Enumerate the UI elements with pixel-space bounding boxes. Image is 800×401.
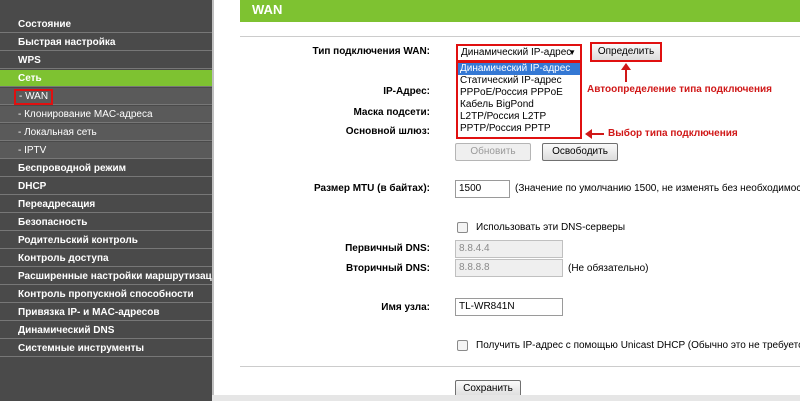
sidebar-item-advanced-routing[interactable]: Расширенные настройки маршрутизации bbox=[0, 268, 224, 285]
sidebar: Состояние Быстрая настройка WPS Сеть - W… bbox=[0, 0, 224, 401]
title-bar: WAN bbox=[240, 0, 800, 22]
gateway-label: Основной шлюз: bbox=[345, 126, 430, 137]
option-bigpond[interactable]: Кабель BigPond bbox=[458, 99, 580, 111]
sidebar-item-label: Родительский контроль bbox=[18, 235, 138, 246]
hostname-label: Имя узла: bbox=[381, 302, 430, 313]
secondary-dns-label: Вторичный DNS: bbox=[346, 263, 430, 274]
secondary-dns-note: (Не обязательно) bbox=[568, 263, 649, 274]
divider bbox=[240, 36, 800, 37]
sidebar-item-dynamic-dns[interactable]: Динамический DNS bbox=[0, 322, 212, 339]
sidebar-item-iptv[interactable]: - IPTV bbox=[0, 142, 212, 159]
divider bbox=[240, 366, 800, 367]
page-title: WAN bbox=[252, 2, 283, 17]
sidebar-item-label: WPS bbox=[18, 55, 41, 66]
sidebar-item-label: Расширенные настройки маршрутизации bbox=[18, 271, 224, 282]
sidebar-item-quick-setup[interactable]: Быстрая настройка bbox=[0, 34, 212, 51]
sidebar-item-wireless[interactable]: Беспроводной режим bbox=[0, 160, 212, 177]
sidebar-item-label: Безопасность bbox=[18, 217, 88, 228]
sidebar-item-ip-mac-binding[interactable]: Привязка IP- и MAC-адресов bbox=[0, 304, 212, 321]
mtu-note: (Значение по умолчанию 1500, не изменять… bbox=[515, 183, 800, 194]
sidebar-item-security[interactable]: Безопасность bbox=[0, 214, 212, 231]
sidebar-item-system-tools[interactable]: Системные инструменты bbox=[0, 340, 212, 357]
dns-checkbox[interactable] bbox=[457, 222, 468, 233]
sidebar-item-lan[interactable]: - Локальная сеть bbox=[0, 124, 212, 141]
sidebar-item-dhcp[interactable]: DHCP bbox=[0, 178, 212, 195]
unicast-dhcp-checkbox[interactable] bbox=[457, 340, 468, 351]
sidebar-item-mac-clone[interactable]: - Клонирование MAC-адреса bbox=[0, 106, 212, 123]
conn-type-label: Тип подключения WAN: bbox=[312, 46, 430, 57]
conn-type-select[interactable]: Динамический IP-адрес ▼ bbox=[456, 44, 582, 62]
renew-button[interactable]: Обновить bbox=[455, 143, 531, 161]
arrow-up-head bbox=[621, 63, 631, 70]
sidebar-item-label: - IPTV bbox=[18, 145, 47, 156]
sidebar-item-status[interactable]: Состояние bbox=[0, 16, 212, 33]
dropdown-arrow-icon: ▼ bbox=[568, 48, 576, 57]
sidebar-item-parental-control[interactable]: Родительский контроль bbox=[0, 232, 212, 249]
annotation-autodetect: Автоопределение типа подключения bbox=[587, 84, 772, 95]
sidebar-item-label: Контроль пропускной способности bbox=[18, 289, 194, 300]
sidebar-item-label: Сеть bbox=[18, 73, 42, 84]
bottom-bar bbox=[212, 395, 800, 401]
option-pppoe[interactable]: PPPoE/Россия PPPoE bbox=[458, 87, 580, 99]
annotation-choose-type: Выбор типа подключения bbox=[608, 128, 738, 139]
sidebar-item-bandwidth-control[interactable]: Контроль пропускной способности bbox=[0, 286, 212, 303]
sidebar-item-label: Состояние bbox=[18, 19, 72, 30]
option-dynamic-ip[interactable]: Динамический IP-адрес bbox=[458, 63, 580, 75]
sidebar-item-access-control[interactable]: Контроль доступа bbox=[0, 250, 212, 267]
mtu-label: Размер MTU (в байтах): bbox=[313, 183, 430, 194]
primary-dns-input[interactable]: 8.8.4.4 bbox=[455, 240, 563, 258]
option-l2tp[interactable]: L2TP/Россия L2TP bbox=[458, 111, 580, 123]
option-static-ip[interactable]: Статический IP-адрес bbox=[458, 75, 580, 87]
sidebar-item-label: - WAN bbox=[14, 89, 54, 105]
hostname-input[interactable]: TL-WR841N bbox=[455, 298, 563, 316]
detect-button[interactable]: Определить bbox=[590, 42, 662, 62]
conn-type-select-value: Динамический IP-адрес bbox=[461, 47, 572, 58]
sidebar-item-forwarding[interactable]: Переадресация bbox=[0, 196, 212, 213]
sidebar-item-wps[interactable]: WPS bbox=[0, 52, 212, 69]
sidebar-item-label: Контроль доступа bbox=[18, 253, 109, 264]
release-button[interactable]: Освободить bbox=[542, 143, 618, 161]
sidebar-item-label: Беспроводной режим bbox=[18, 163, 127, 174]
sidebar-item-label: DHCP bbox=[18, 181, 47, 192]
unicast-dhcp-label: Получить IP-адрес с помощью Unicast DHCP… bbox=[476, 340, 800, 351]
sidebar-item-label: Системные инструменты bbox=[18, 343, 145, 354]
sidebar-item-wan[interactable]: - WAN bbox=[0, 88, 212, 105]
ip-label: IP-Адрес: bbox=[383, 86, 430, 97]
mtu-input[interactable]: 1500 bbox=[455, 180, 510, 198]
option-pptp[interactable]: PPTP/Россия PPTP bbox=[458, 123, 580, 135]
primary-dns-label: Первичный DNS: bbox=[345, 243, 430, 254]
sidebar-item-label: - Локальная сеть bbox=[18, 127, 97, 138]
sidebar-item-label: Переадресация bbox=[18, 199, 96, 210]
mask-label: Маска подсети: bbox=[353, 107, 430, 118]
arrow-left-head bbox=[585, 129, 592, 139]
main-panel: WAN Тип подключения WAN: Динамический IP… bbox=[212, 0, 800, 401]
sidebar-item-label: Быстрая настройка bbox=[18, 37, 116, 48]
sidebar-item-label: Привязка IP- и MAC-адресов bbox=[18, 307, 160, 318]
sidebar-item-label: Динамический DNS bbox=[18, 325, 115, 336]
dns-checkbox-label: Использовать эти DNS-серверы bbox=[476, 222, 626, 233]
sidebar-item-label: - Клонирование MAC-адреса bbox=[18, 109, 153, 120]
sidebar-item-network[interactable]: Сеть bbox=[0, 70, 212, 87]
conn-type-options: Динамический IP-адрес Статический IP-адр… bbox=[456, 61, 582, 139]
secondary-dns-input[interactable]: 8.8.8.8 bbox=[455, 259, 563, 277]
divider bbox=[212, 0, 214, 401]
